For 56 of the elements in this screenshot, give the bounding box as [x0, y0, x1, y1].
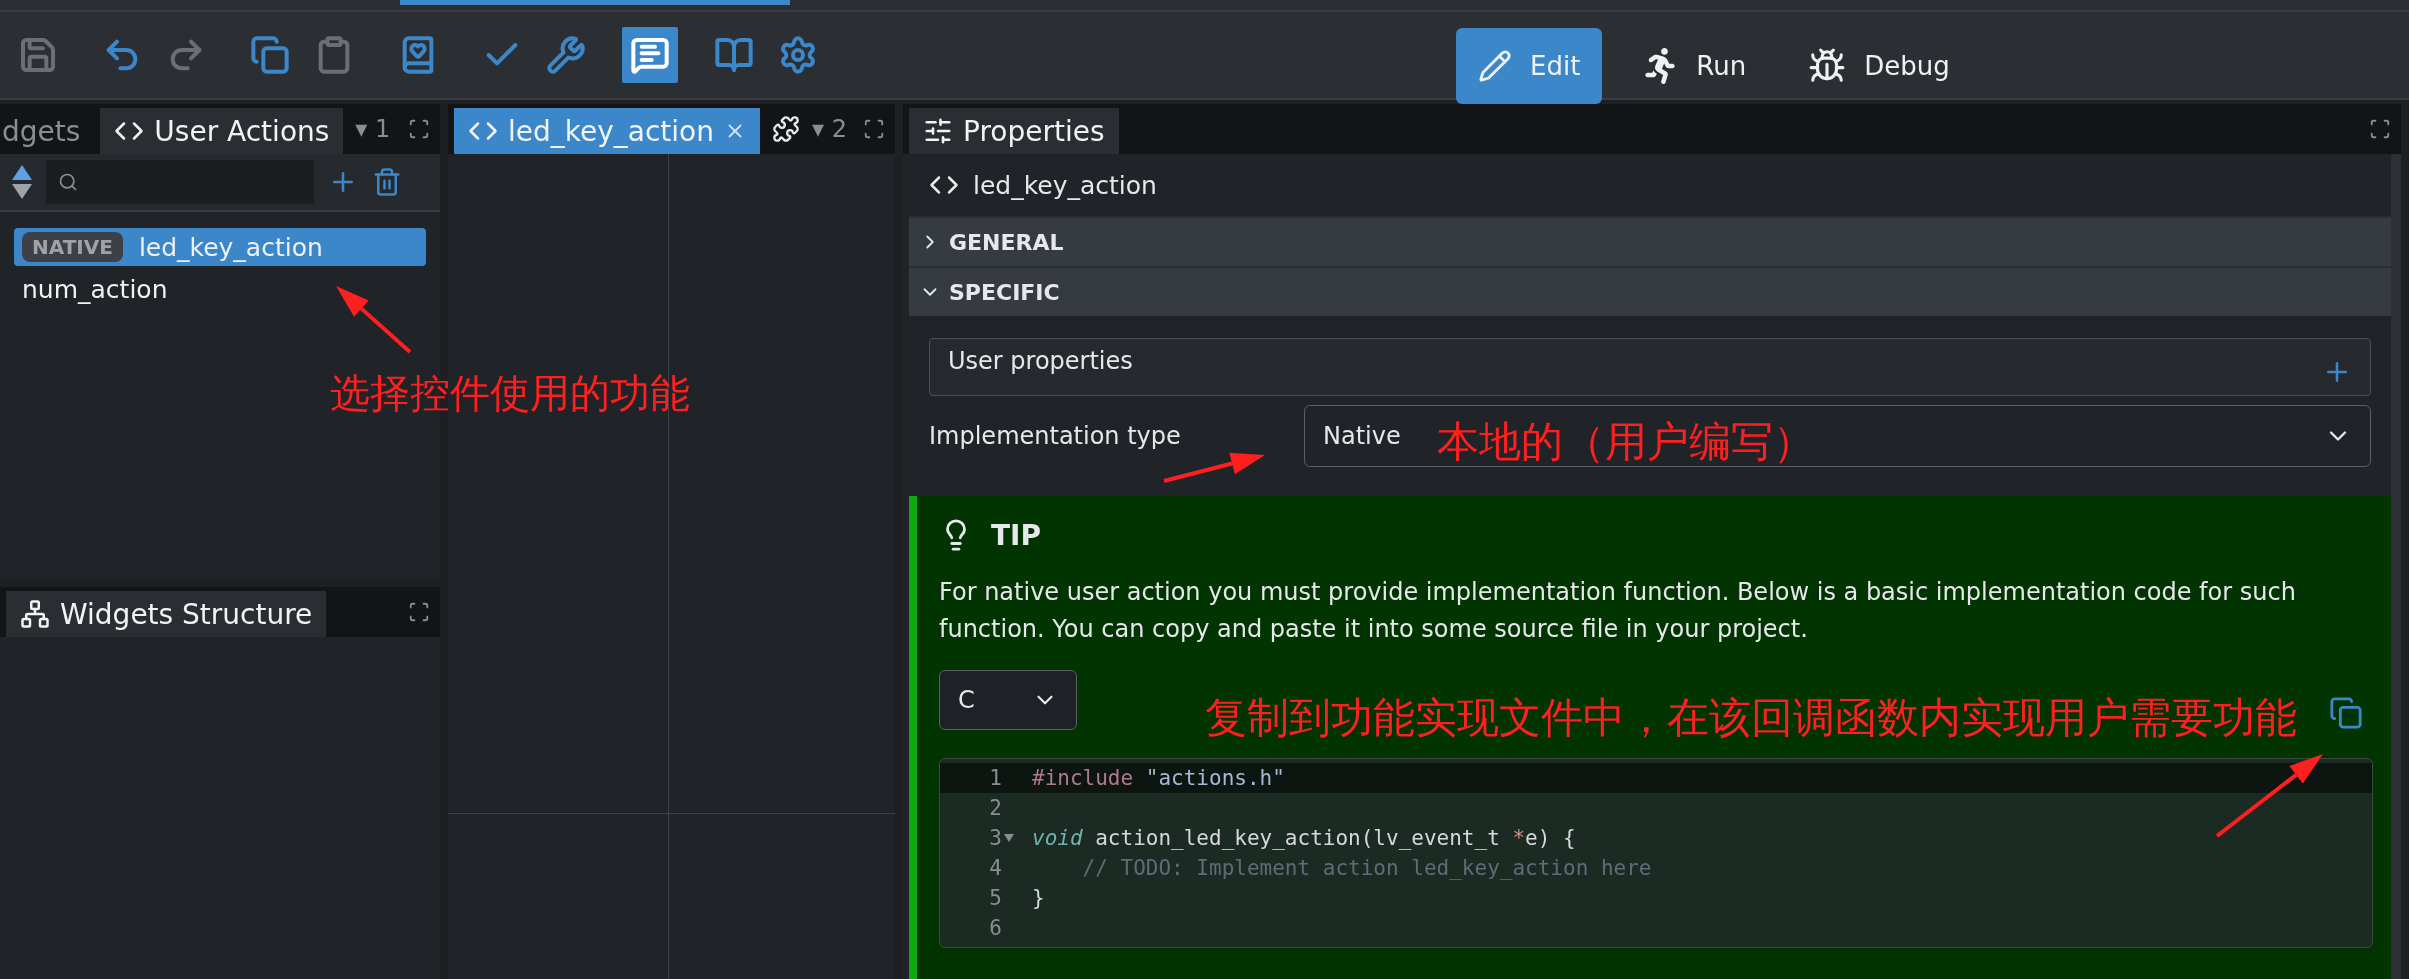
copy-icon [250, 35, 290, 75]
implementation-label: Implementation type [929, 422, 1182, 450]
mode-button[interactable]: Debug [1786, 28, 1972, 104]
sliders-icon [923, 116, 953, 146]
annotation-text: 选择控件使用的功能 [330, 369, 690, 418]
section-header[interactable]: SPECIFIC [909, 266, 2391, 316]
tab-menu[interactable]: ▾ 2 [812, 115, 847, 143]
fold-icon[interactable] [1004, 834, 1014, 842]
panel-tab[interactable]: User Actions [100, 108, 344, 154]
delete-icon[interactable] [372, 167, 402, 197]
tip-text: For native user action you must provide implementation function. Below is a basic implementation code for such function. You can copy and paste it into some source file in your project. [939, 577, 2297, 645]
maximize-icon[interactable] [408, 601, 430, 623]
line-number: 2 [988, 795, 1002, 822]
line-number: 5 [988, 885, 1002, 912]
code-line: void action_led_key_action(lv_event_t *e) { [1032, 825, 1576, 852]
pencil-icon [1478, 49, 1512, 83]
puzzle-icon[interactable] [772, 115, 800, 143]
action-item[interactable]: num_action [14, 270, 426, 308]
code-line: #include "actions.h" [1032, 765, 1285, 792]
language-select[interactable]: C [939, 670, 1077, 730]
section-header[interactable]: GENERAL [909, 216, 2391, 266]
native-badge: NATIVE [22, 232, 123, 262]
wrench-icon [546, 35, 586, 75]
sort-icon[interactable] [12, 165, 32, 199]
panel-tab[interactable]: Widgets Structure [6, 591, 327, 637]
panel-tab[interactable]: Properties [909, 108, 1119, 154]
settings-icon [778, 35, 818, 75]
code-line: // TODO: Implement action led_key_action here [1081, 855, 1652, 882]
annotation-text: 复制到功能实现文件中，在该回调函数内实现用户需要功能 [1205, 692, 2297, 744]
line-number: 3 [988, 825, 1002, 852]
save-icon [18, 35, 58, 75]
search-icon [58, 172, 78, 192]
tip-title: TIP [991, 518, 1042, 552]
message-icon [630, 35, 670, 75]
bug-icon [1808, 47, 1847, 85]
panel-tab[interactable]: dgets [0, 108, 95, 154]
line-number: 6 [988, 915, 1002, 942]
message-button[interactable] [622, 27, 678, 83]
maximize-icon[interactable] [408, 118, 430, 140]
copy-icon [2329, 696, 2363, 730]
code-editor[interactable]: 1 #include "actions.h" 2 3 void action_led_key_action(lv_event_t *e) { 4 // TODO: Implement action led_key_action here 5 } 6 [939, 758, 2373, 948]
line-number: 1 [988, 765, 1002, 792]
annotation-text: 本地的（用户编写） [1437, 416, 1815, 468]
code-line: } [1032, 885, 1045, 912]
maximize-icon[interactable] [2369, 118, 2391, 140]
hierarchy-icon [20, 599, 50, 629]
object-name: led_key_action [973, 170, 1157, 200]
user-properties-label: User properties [948, 347, 1133, 377]
copy-button[interactable] [2329, 696, 2363, 730]
mode-button[interactable]: Run [1620, 28, 1769, 104]
line-number: 4 [988, 855, 1002, 882]
search-field[interactable] [46, 160, 314, 204]
tab-menu[interactable]: ▾ 1 [355, 115, 391, 143]
action-item[interactable]: NATIVE led_key_action [14, 228, 426, 266]
book-icon [714, 35, 754, 75]
maximize-icon[interactable] [863, 118, 885, 140]
